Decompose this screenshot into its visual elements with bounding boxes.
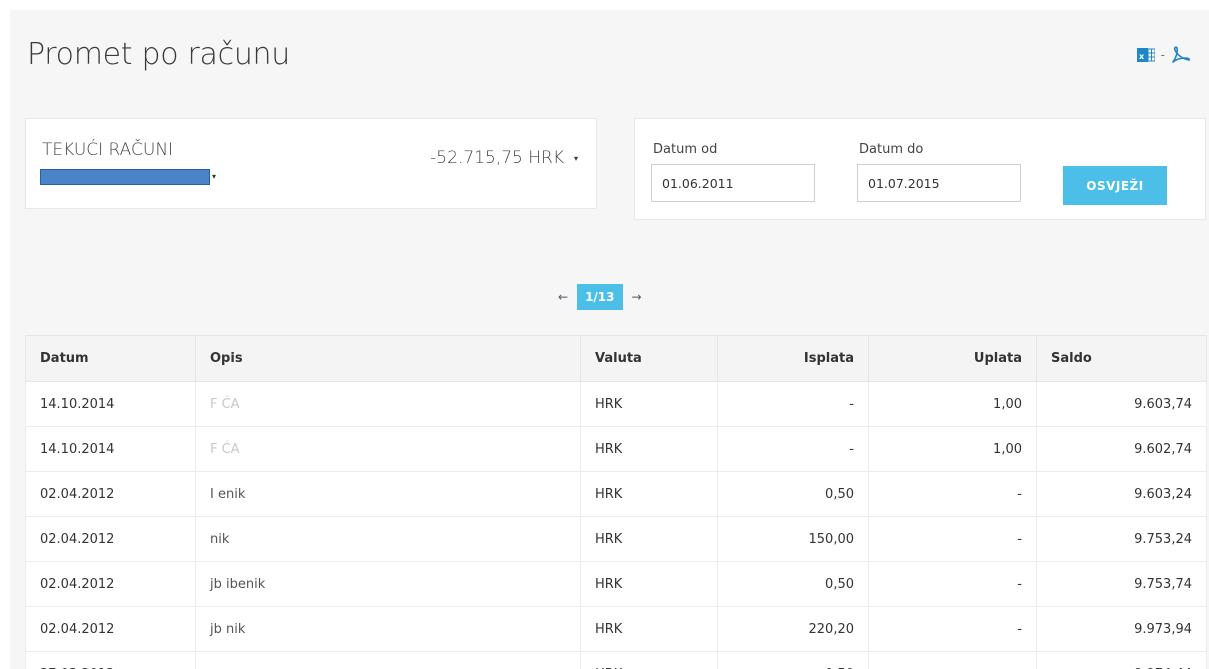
- cell-datum: 02.04.2012: [25, 471, 196, 517]
- transactions-table: Datum Opis Valuta Isplata Uplata Saldo 1…: [25, 335, 1207, 669]
- svg-text:x: x: [1139, 52, 1145, 61]
- account-name: TEKUĆI RAČUNI: [42, 140, 174, 160]
- header-uplata[interactable]: Uplata: [868, 335, 1037, 382]
- header-isplata[interactable]: Isplata: [717, 335, 869, 382]
- export-separator: -: [1160, 48, 1165, 62]
- cell-saldo: 9.753,74: [1036, 561, 1207, 607]
- header-saldo[interactable]: Saldo: [1036, 335, 1207, 382]
- refresh-button[interactable]: OSVJEŽI: [1063, 166, 1167, 205]
- date-from-label: Datum od: [653, 142, 718, 157]
- header-datum[interactable]: Datum: [25, 335, 196, 382]
- cell-valuta: HRK: [580, 381, 718, 427]
- table-row[interactable]: 02.04.2012 jb nik HRK 220,20 - 9.973,94: [25, 606, 1207, 652]
- cell-uplata: 1,00: [868, 426, 1037, 472]
- cell-isplata: -: [717, 381, 869, 427]
- cell-uplata: 1,00: [868, 381, 1037, 427]
- cell-opis: jb nik: [195, 606, 581, 652]
- cell-saldo: 9.974,44: [1036, 651, 1207, 669]
- header-valuta[interactable]: Valuta: [580, 335, 718, 382]
- cell-uplata: [868, 651, 1037, 669]
- cell-datum: 02.04.2012: [25, 606, 196, 652]
- cell-isplata: 150,00: [717, 516, 869, 562]
- chevron-down-icon[interactable]: ▾: [574, 154, 578, 163]
- cell-saldo: 9.603,24: [1036, 471, 1207, 517]
- header-opis[interactable]: Opis: [195, 335, 581, 382]
- pdf-export-icon[interactable]: [1171, 46, 1191, 64]
- account-dropdown-caret[interactable]: ▾: [212, 172, 216, 181]
- table-row[interactable]: 14.10.2014 F ĆA HRK - 1,00 9.602,74: [25, 426, 1207, 472]
- cell-opis: [195, 651, 581, 669]
- cell-uplata: -: [868, 471, 1037, 517]
- date-filter-card: Datum od Datum do OSVJEŽI: [634, 118, 1206, 220]
- table-row[interactable]: 02.04.2012 jb ibenik HRK 0,50 - 9.753,74: [25, 561, 1207, 607]
- cell-isplata: 220,20: [717, 606, 869, 652]
- cell-datum: 27.03.2012: [25, 651, 196, 669]
- cell-opis: F ĆA: [195, 381, 581, 427]
- export-actions: x -: [1136, 46, 1191, 64]
- pagination: ← 1/13 →: [558, 284, 642, 310]
- current-page-badge: 1/13: [577, 284, 623, 310]
- date-to-label: Datum do: [859, 142, 924, 157]
- date-from-input[interactable]: [651, 164, 815, 202]
- cell-isplata: -: [717, 426, 869, 472]
- next-page-arrow-icon[interactable]: →: [632, 290, 642, 304]
- cell-valuta: HRK: [580, 651, 718, 669]
- date-to-input[interactable]: [857, 164, 1021, 202]
- cell-isplata: 0,50: [717, 471, 869, 517]
- cell-uplata: -: [868, 516, 1037, 562]
- cell-uplata: -: [868, 606, 1037, 652]
- account-balance-value: -52.715,75 HRK: [430, 148, 564, 168]
- masked-account-number: [40, 169, 210, 185]
- prev-page-arrow-icon[interactable]: ←: [558, 290, 568, 304]
- cell-valuta: HRK: [580, 561, 718, 607]
- cell-datum: 14.10.2014: [25, 381, 196, 427]
- excel-export-icon[interactable]: x: [1136, 46, 1156, 64]
- cell-uplata: -: [868, 561, 1037, 607]
- account-balance[interactable]: -52.715,75 HRK ▾: [430, 148, 578, 168]
- cell-saldo: 9.973,94: [1036, 606, 1207, 652]
- cell-valuta: HRK: [580, 606, 718, 652]
- cell-datum: 14.10.2014: [25, 426, 196, 472]
- table-row[interactable]: 27.03.2012 HRK 0,50 9.974,44: [25, 651, 1207, 669]
- cell-valuta: HRK: [580, 471, 718, 517]
- cell-valuta: HRK: [580, 426, 718, 472]
- cell-saldo: 9.753,24: [1036, 516, 1207, 562]
- table-row[interactable]: 02.04.2012 I enik HRK 0,50 - 9.603,24: [25, 471, 1207, 517]
- cell-isplata: 0,50: [717, 651, 869, 669]
- page-title: Promet po računu: [27, 37, 290, 72]
- account-card[interactable]: TEKUĆI RAČUNI ▾ -52.715,75 HRK ▾: [25, 118, 597, 209]
- table-header-row: Datum Opis Valuta Isplata Uplata Saldo: [25, 335, 1207, 382]
- cell-opis: F ĆA: [195, 426, 581, 472]
- cell-opis: nik: [195, 516, 581, 562]
- table-row[interactable]: 02.04.2012 nik HRK 150,00 - 9.753,24: [25, 516, 1207, 562]
- page: Promet po računu x - TEKUĆI RAČUNI ▾ -52…: [10, 10, 1209, 669]
- cell-saldo: 9.603,74: [1036, 381, 1207, 427]
- table-row[interactable]: 14.10.2014 F ĆA HRK - 1,00 9.603,74: [25, 381, 1207, 427]
- cell-saldo: 9.602,74: [1036, 426, 1207, 472]
- cell-datum: 02.04.2012: [25, 516, 196, 562]
- cell-opis: I enik: [195, 471, 581, 517]
- cell-isplata: 0,50: [717, 561, 869, 607]
- cell-opis: jb ibenik: [195, 561, 581, 607]
- cell-valuta: HRK: [580, 516, 718, 562]
- cell-datum: 02.04.2012: [25, 561, 196, 607]
